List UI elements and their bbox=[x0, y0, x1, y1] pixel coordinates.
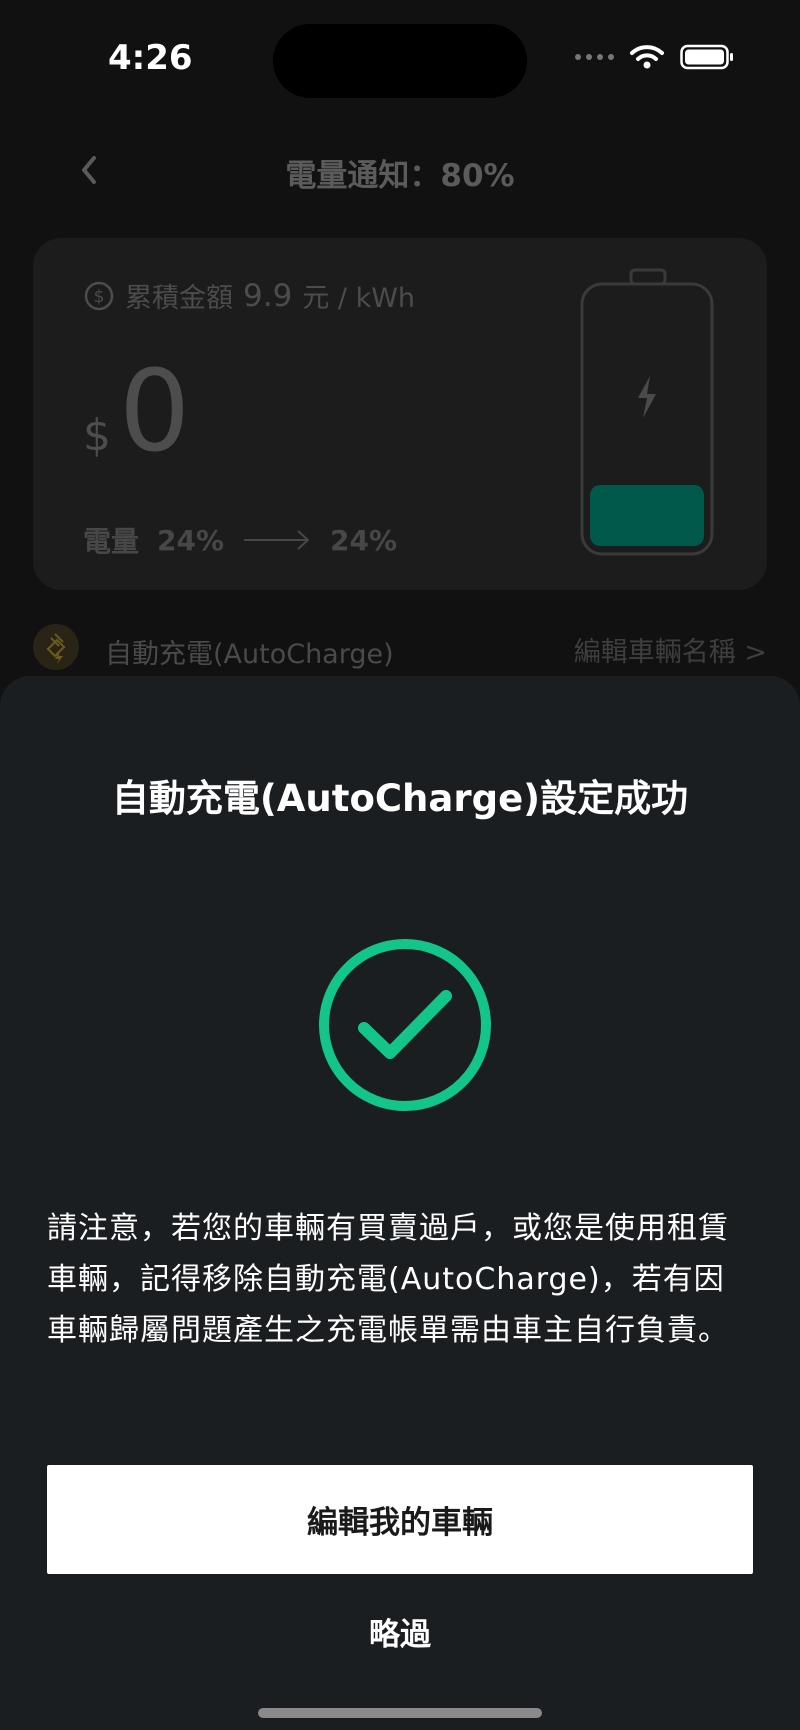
bolt-icon bbox=[638, 376, 656, 418]
edit-vehicle-name-link[interactable]: 編輯車輛名稱 > bbox=[574, 630, 767, 669]
check-circle-icon bbox=[319, 939, 491, 1111]
autocharge-plug-icon bbox=[33, 624, 79, 670]
currency-symbol: $ bbox=[83, 410, 111, 461]
rate-unit: 元 / kWh bbox=[302, 283, 416, 314]
success-bottom-sheet: 自動充電(AutoCharge)設定成功 請注意，若您的車輛有買賣過戶，或您是使… bbox=[0, 676, 800, 1730]
charge-card: $ 累積金額 9.9 元 / kWh $ 0 電量 24% 24% bbox=[33, 238, 767, 590]
battery-fill bbox=[590, 485, 704, 546]
screen: 4:26 電量通知：80% $ 累積金額 9.9 元 / kWh $ 0 電量 … bbox=[0, 0, 800, 1730]
charge-amount: 0 bbox=[119, 347, 191, 477]
autocharge-row: 自動充電(AutoCharge) 編輯車輛名稱 > bbox=[33, 620, 767, 676]
energy-label: 電量 bbox=[83, 525, 140, 558]
rate-row: $ 累積金額 9.9 元 / kWh bbox=[83, 276, 415, 315]
sheet-title: 自動充電(AutoCharge)設定成功 bbox=[111, 777, 689, 820]
rate-label: 累積金額 bbox=[125, 283, 233, 314]
battery-level-graphic bbox=[580, 268, 714, 556]
energy-end: 24% bbox=[330, 523, 398, 557]
energy-row: 電量 24% 24% bbox=[83, 520, 397, 560]
amount-row: $ 0 bbox=[83, 356, 190, 468]
dollar-circle-icon: $ bbox=[84, 281, 114, 310]
background-page: 電量通知：80% $ 累積金額 9.9 元 / kWh $ 0 電量 24% 2… bbox=[0, 0, 800, 700]
svg-text:$: $ bbox=[94, 287, 105, 307]
home-indicator bbox=[258, 1708, 542, 1718]
edit-my-vehicle-button[interactable]: 編輯我的車輛 bbox=[47, 1465, 753, 1574]
nav-header: 電量通知：80% bbox=[0, 140, 800, 200]
rate-value: 9.9 bbox=[243, 277, 293, 314]
arrow-right-icon bbox=[244, 530, 310, 550]
page-title: 電量通知：80% bbox=[285, 158, 515, 194]
notice-text: 請注意，若您的車輛有買賣過戶，或您是使用租賃車輛，記得移除自動充電(AutoCh… bbox=[47, 1211, 729, 1348]
energy-start: 24% bbox=[157, 523, 225, 557]
autocharge-label: 自動充電(AutoCharge) bbox=[105, 639, 394, 670]
skip-button[interactable]: 略過 bbox=[300, 1596, 500, 1666]
